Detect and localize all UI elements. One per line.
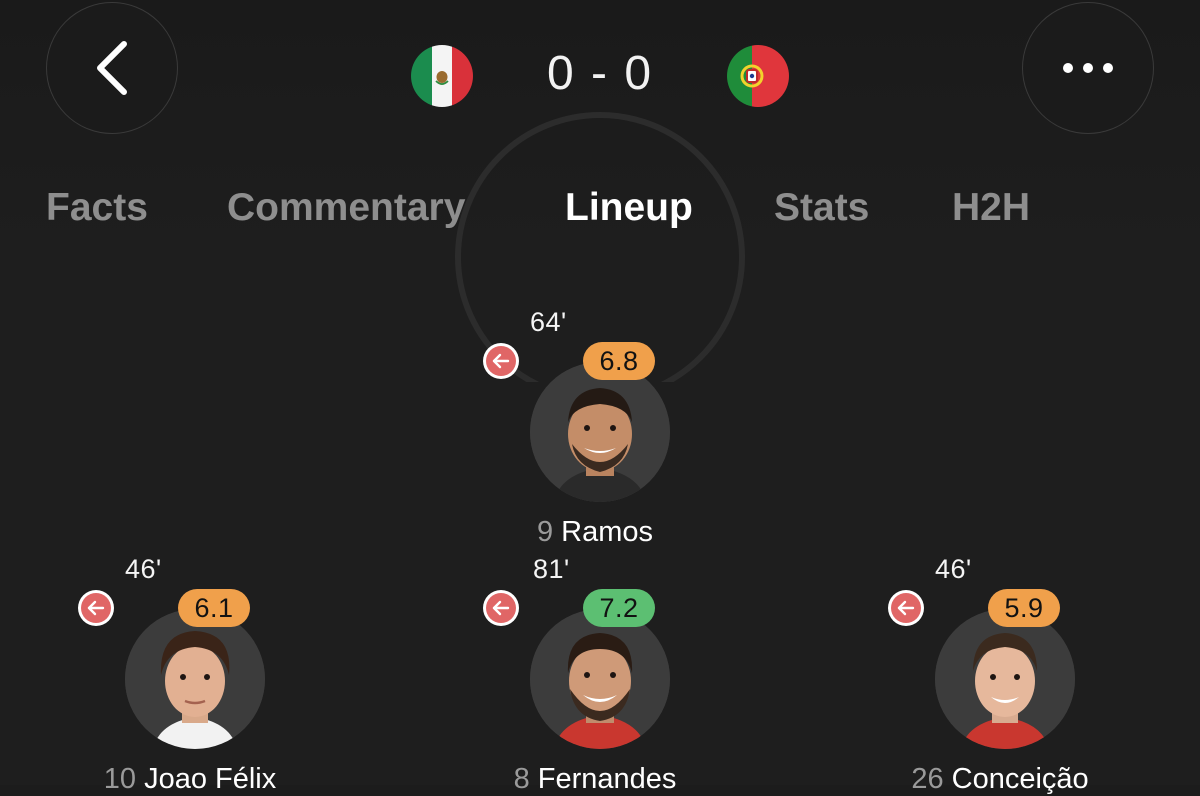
player-rating-badge: 6.1 [178,589,250,627]
arrow-left-icon [486,593,516,623]
substitution-minute: 46' [125,554,162,584]
substitution-minute: 64' [530,307,567,337]
portugal-flag-icon [727,45,789,107]
tab-stats[interactable]: Stats [774,186,869,230]
more-dots-icon [1063,63,1113,73]
player-card[interactable]: 81' 7.2 8 Fernandes [475,552,715,795]
substituted-off-badge [888,590,924,626]
player-rating-badge: 6.8 [583,342,655,380]
shirt-number: 9 [536,516,554,548]
player-avatar [530,609,670,749]
player-card[interactable]: 64' 6.8 9 Ramos [475,305,715,548]
substituted-off-badge [78,590,114,626]
shirt-number: 10 [103,763,137,795]
substitution-minute: 81' [533,554,570,584]
match-score: 0 - 0 [546,47,654,100]
player-name-label: 8 Fernandes [415,763,775,796]
player-card[interactable]: 46' 6.1 10 Joao Félix [70,552,310,795]
player-rating-badge: 5.9 [988,589,1060,627]
tab-h2h[interactable]: H2H [952,186,1030,230]
player-name: Joao Félix [144,763,277,795]
player-name-label: 10 Joao Félix [10,763,370,796]
arrow-left-icon [891,593,921,623]
arrow-left-icon [81,593,111,623]
substitution-minute: 46' [935,554,972,584]
player-name: Fernandes [537,763,677,795]
substituted-off-badge [483,590,519,626]
player-name: Ramos [561,516,654,548]
mexico-flag-icon [411,45,473,107]
player-card[interactable]: 46' 5.9 26 Conceição [880,552,1120,795]
player-name-label: 9 Ramos [415,516,775,549]
shirt-number: 8 [513,763,530,795]
back-button[interactable] [46,2,178,134]
player-name: Conceição [951,763,1089,795]
player-rating-badge: 7.2 [583,589,655,627]
more-options-button[interactable] [1022,2,1154,134]
tab-commentary[interactable]: Commentary [227,186,465,230]
substituted-off-badge [483,343,519,379]
tab-facts[interactable]: Facts [46,186,148,230]
shirt-number: 26 [911,763,944,795]
player-avatar [125,609,265,749]
player-avatar [935,609,1075,749]
player-avatar [530,362,670,502]
chevron-left-icon [97,41,127,95]
player-name-label: 26 Conceição [820,763,1180,796]
arrow-left-icon [486,346,516,376]
